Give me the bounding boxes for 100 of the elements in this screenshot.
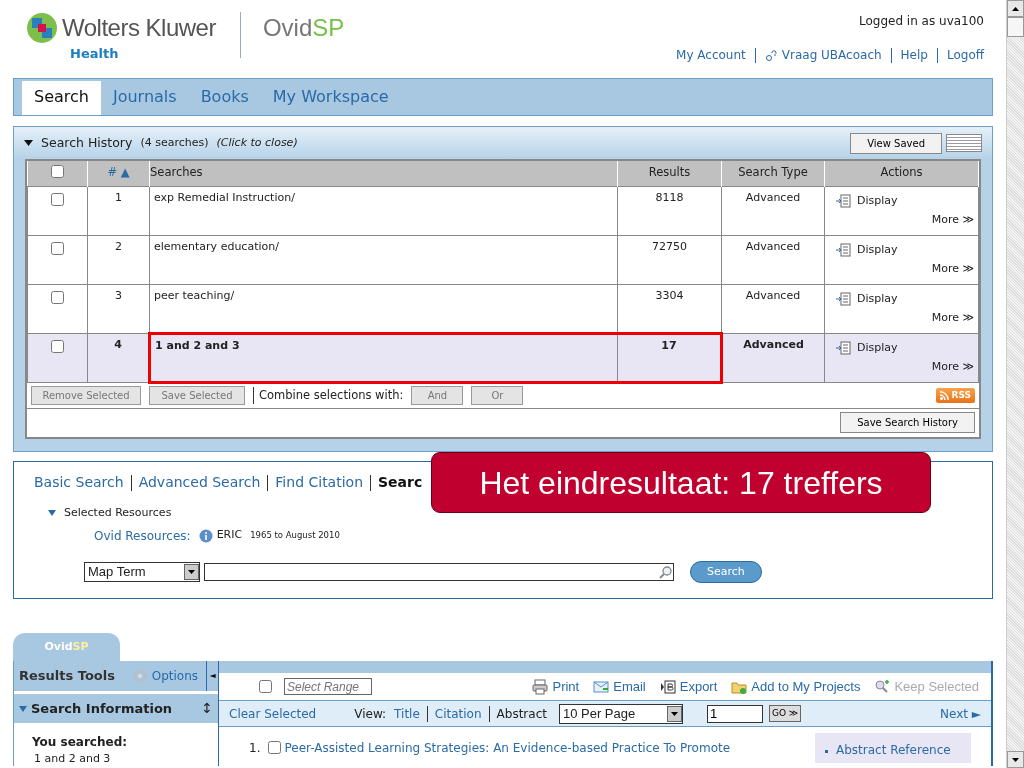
- column-header: Searches: [149, 161, 618, 186]
- column-header: Results: [617, 161, 722, 186]
- tools-title: Results Tools: [19, 667, 115, 686]
- panel-title: Search History: [41, 133, 133, 152]
- up-arrow-icon: [1012, 6, 1019, 11]
- search-icon: [659, 564, 673, 579]
- display-link[interactable]: Display: [835, 192, 898, 209]
- toolbar-button[interactable]: Add to My Projects: [731, 676, 861, 697]
- view-saved-button[interactable]: View Saved: [850, 132, 942, 154]
- search-field[interactable]: [204, 562, 674, 581]
- view-label: View:: [354, 705, 387, 723]
- scroll-up-button[interactable]: [1007, 0, 1024, 17]
- column-header: Actions: [824, 161, 979, 186]
- expand-icon[interactable]: [19, 705, 27, 712]
- toolbar-button[interactable]: Email: [593, 676, 646, 697]
- result-checkbox[interactable]: [268, 741, 282, 754]
- collapse-icon[interactable]: [24, 140, 33, 146]
- options-button[interactable]: Options: [131, 667, 198, 685]
- display-link[interactable]: Display: [835, 339, 898, 356]
- display-link[interactable]: Display: [835, 290, 898, 307]
- table-cell: 4: [87, 333, 150, 382]
- scrollbar[interactable]: [1006, 0, 1024, 768]
- user-link[interactable]: Vraag UBAcoach: [764, 46, 882, 64]
- table-cell: elementary education/: [149, 235, 618, 284]
- caret-icon: [670, 711, 678, 716]
- section-title: Search Information: [31, 699, 173, 718]
- display-icon: [835, 339, 851, 356]
- per-page-select[interactable]: 10 Per Page: [558, 703, 683, 724]
- printer-icon: [532, 678, 549, 695]
- magnifier-icon: [874, 678, 891, 695]
- gear-icon: [131, 668, 148, 684]
- form-tab[interactable]: Find Citation: [275, 472, 363, 493]
- display-link[interactable]: Display: [835, 241, 898, 258]
- column-header: Search Type: [721, 161, 825, 186]
- more-link[interactable]: More ≫: [829, 261, 974, 275]
- annotation-callout: Het eindresultaat: 17 treffers: [431, 452, 931, 513]
- user-link[interactable]: My Account: [676, 46, 746, 64]
- scroll-down-button[interactable]: [1007, 751, 1024, 768]
- toolbar-button[interactable]: Print: [532, 676, 580, 697]
- go-button[interactable]: GO ≫: [768, 704, 802, 723]
- row-checkbox[interactable]: [51, 192, 64, 206]
- table-cell: 17: [617, 333, 722, 382]
- nav-tab[interactable]: Books: [188, 81, 261, 115]
- select-page-checkbox[interactable]: [259, 680, 272, 693]
- searched-query: 1 and 2 and 3: [34, 752, 112, 766]
- table-cell: 1 and 2 and 3: [149, 333, 618, 382]
- more-link[interactable]: More ≫: [829, 310, 974, 324]
- user-link[interactable]: Help: [900, 46, 928, 64]
- expand-icon[interactable]: [48, 510, 56, 517]
- table-cell: Advanced: [721, 284, 825, 333]
- result-title-link[interactable]: Peer-Assisted Learning Strategies: An Evidence-based Practice To Promote: [284, 739, 731, 757]
- scroll-thumb[interactable]: [1007, 17, 1024, 37]
- range-field[interactable]: Select Range: [284, 678, 372, 695]
- row-checkbox[interactable]: [51, 339, 64, 353]
- search-count: (4 searches): [140, 134, 209, 151]
- page-field[interactable]: 1: [706, 704, 763, 723]
- grid-view-icon[interactable]: [946, 134, 982, 152]
- resize-handle[interactable]: ↕: [201, 698, 213, 719]
- display-icon: [835, 192, 851, 209]
- display-icon: [835, 290, 851, 307]
- caret-icon: [188, 569, 195, 574]
- you-searched-label: You searched:: [32, 735, 129, 750]
- row-checkbox[interactable]: [51, 290, 64, 304]
- select-all-checkbox[interactable]: [50, 164, 64, 178]
- view-option[interactable]: Title: [394, 704, 420, 723]
- product-name: OvidSP: [262, 14, 345, 41]
- info-icon: [198, 528, 213, 543]
- form-tab[interactable]: Searc: [378, 472, 423, 493]
- more-link[interactable]: More ≫: [829, 212, 974, 226]
- more-link[interactable]: More ≫: [829, 359, 974, 373]
- form-tab[interactable]: Advanced Search: [138, 472, 261, 493]
- login-status: Logged in as uva100: [859, 13, 984, 30]
- toolbar-button[interactable]: Export: [659, 676, 718, 697]
- form-tab[interactable]: Basic Search: [34, 472, 124, 493]
- display-icon: [835, 241, 851, 258]
- mode-select[interactable]: Map Term: [84, 561, 200, 582]
- resource-name: ERIC: [216, 527, 243, 544]
- help-icon: [764, 48, 778, 62]
- table-cell: Advanced: [721, 186, 825, 235]
- nav-tab[interactable]: My Workspace: [260, 81, 401, 115]
- table-cell: Advanced: [721, 235, 825, 284]
- table-cell: 3: [87, 284, 150, 333]
- save-history-button[interactable]: Save Search History: [840, 412, 975, 433]
- collapse-button[interactable]: ◄: [206, 661, 218, 691]
- table-cell: 2: [87, 235, 150, 284]
- down-arrow-icon: [1012, 757, 1019, 762]
- bullet: [825, 749, 828, 753]
- result-number: 1.: [249, 740, 261, 757]
- section-label: Selected Resources: [64, 505, 172, 521]
- user-link[interactable]: Logoff: [946, 46, 984, 64]
- panel-hint: (Click to close): [216, 134, 298, 151]
- view-option[interactable]: Abstract: [496, 704, 547, 723]
- clear-selected-link[interactable]: Clear Selected: [229, 704, 317, 723]
- next-link[interactable]: Next ►: [940, 704, 981, 723]
- view-option[interactable]: Citation: [434, 704, 482, 723]
- row-checkbox[interactable]: [51, 241, 64, 255]
- nav-tab[interactable]: Journals: [100, 81, 189, 115]
- logo-icon: [26, 12, 58, 44]
- nav-tab[interactable]: Search: [22, 81, 101, 115]
- brand-subtitle: Health: [70, 45, 120, 63]
